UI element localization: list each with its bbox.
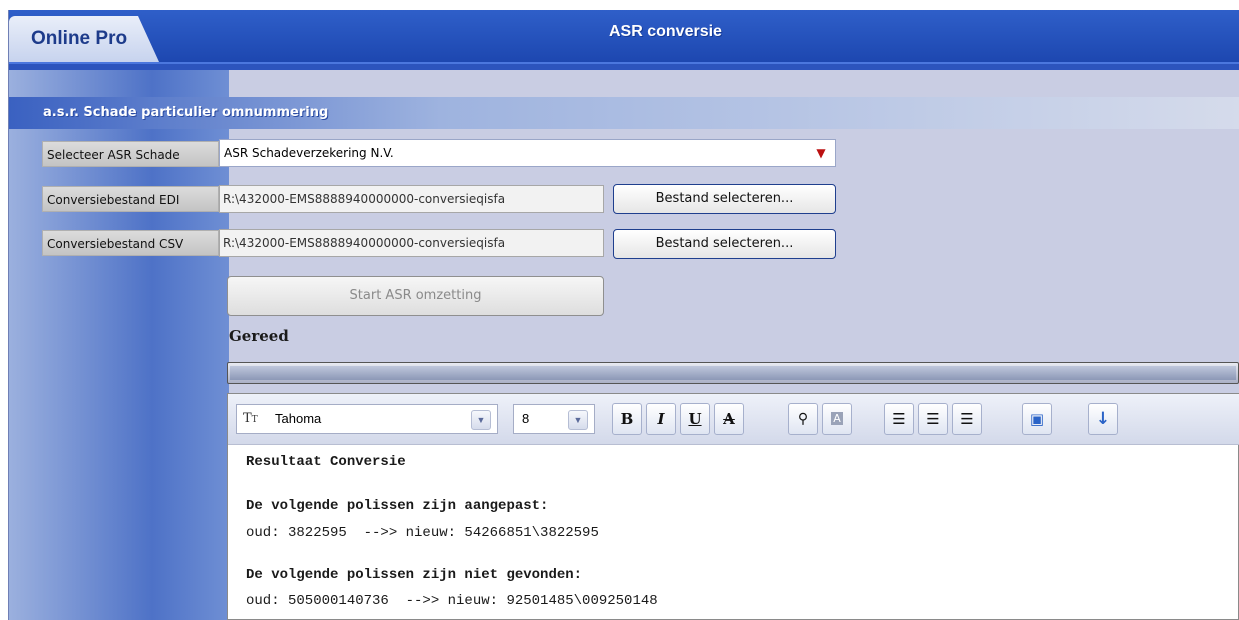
asr-schade-select[interactable]: ASR Schadeverzekering N.V. ▼ — [219, 139, 836, 167]
csv-select-file-button[interactable]: Bestand selecteren... — [613, 229, 836, 259]
chevron-down-icon[interactable]: ▼ — [471, 410, 491, 430]
start-conversion-button[interactable]: Start ASR omzetting — [227, 276, 604, 316]
section-header: a.s.r. Schade particulier omnummering — [9, 97, 1239, 129]
align-left-icon[interactable]: ☰ — [884, 403, 914, 435]
notfound-heading: De volgende polissen zijn niet gevonden: — [246, 567, 583, 583]
notfound-row: oud: 505000140736 -->> nieuw: 92501485\0… — [246, 593, 658, 609]
align-center-icon[interactable]: ☰ — [918, 403, 948, 435]
underline-icon[interactable]: U — [680, 403, 710, 435]
font-family-value: Tahoma — [275, 411, 322, 426]
progress-fill — [230, 366, 1236, 380]
chevron-down-icon[interactable]: ▼ — [568, 410, 588, 430]
editor-toolbar: TT Tahoma ▼ 8 ▼ B I U A ⚲ A ☰ ☰ ☰ ▣ ↓ — [228, 394, 1239, 445]
font-type-icon: TT — [243, 411, 258, 426]
highlight-icon[interactable]: A — [822, 403, 852, 435]
font-family-select[interactable]: TT Tahoma ▼ — [236, 404, 498, 434]
chevron-down-icon[interactable]: ▼ — [813, 146, 829, 160]
section-title: a.s.r. Schade particulier omnummering — [43, 105, 329, 120]
edi-select-file-button[interactable]: Bestand selecteren... — [613, 184, 836, 214]
csv-label: Conversiebestand CSV — [42, 230, 219, 256]
adjusted-row: oud: 3822595 -->> nieuw: 54266851\382259… — [246, 525, 599, 541]
select-label: Selecteer ASR Schade — [42, 141, 219, 167]
progress-bar — [227, 362, 1239, 384]
edi-path-field[interactable]: R:\432000-EMS8888940000000-conversieqisf… — [219, 185, 604, 213]
status-text: Gereed — [229, 327, 289, 345]
result-heading: Resultaat Conversie — [246, 454, 406, 470]
strikethrough-icon[interactable]: A — [714, 403, 744, 435]
edi-label: Conversiebestand EDI — [42, 186, 219, 212]
title-bar: Online Pro ASR conversie — [9, 10, 1239, 62]
asr-schade-select-value: ASR Schadeverzekering N.V. — [224, 146, 394, 160]
find-icon[interactable]: ⚲ — [788, 403, 818, 435]
download-icon[interactable]: ↓ — [1088, 403, 1118, 435]
font-size-select[interactable]: 8 ▼ — [513, 404, 595, 434]
window-title: ASR conversie — [609, 23, 722, 40]
adjusted-heading: De volgende polissen zijn aangepast: — [246, 498, 549, 514]
bold-icon[interactable]: B — [612, 403, 642, 435]
csv-path-field[interactable]: R:\432000-EMS8888940000000-conversieqisf… — [219, 229, 604, 257]
result-editor[interactable]: TT Tahoma ▼ 8 ▼ B I U A ⚲ A ☰ ☰ ☰ ▣ ↓ Re… — [227, 393, 1239, 620]
italic-icon[interactable]: I — [646, 403, 676, 435]
app-tab-label: Online Pro — [31, 28, 128, 49]
print-icon[interactable]: ▣ — [1022, 403, 1052, 435]
app-tab[interactable]: Online Pro — [9, 16, 159, 62]
align-right-icon[interactable]: ☰ — [952, 403, 982, 435]
font-size-value: 8 — [522, 411, 530, 426]
